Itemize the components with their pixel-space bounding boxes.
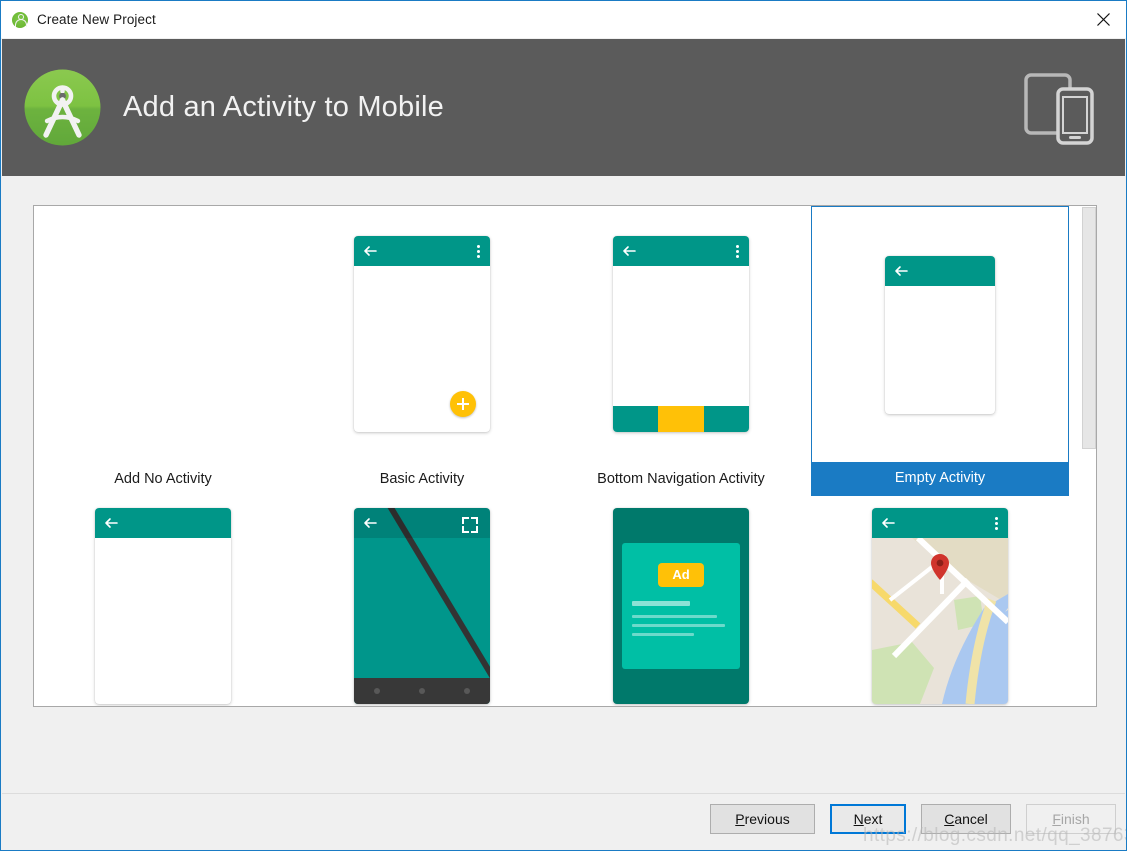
thumb-blank xyxy=(34,478,292,706)
previous-button[interactable]: Previous xyxy=(710,804,815,834)
tile-admob-ads-activity[interactable]: Ad xyxy=(552,478,810,706)
window-titlebar: Create New Project xyxy=(1,1,1126,38)
close-icon[interactable] xyxy=(1080,1,1126,37)
ad-badge: Ad xyxy=(658,562,704,587)
thumb-fullscreen xyxy=(293,478,551,706)
tile-add-no-activity[interactable]: Add No Activity xyxy=(34,206,292,496)
android-studio-icon xyxy=(12,11,28,28)
tile-blank-activity[interactable] xyxy=(34,478,292,706)
tile-basic-activity[interactable]: Basic Activity xyxy=(293,206,551,496)
page-title: Add an Activity to Mobile xyxy=(123,91,444,123)
thumb-bottomnav xyxy=(552,206,810,461)
tile-empty-activity[interactable]: Empty Activity xyxy=(811,206,1069,496)
map-marker-icon xyxy=(931,553,949,580)
back-arrow-icon xyxy=(364,517,377,528)
thumb-toolbar xyxy=(613,235,749,266)
tile-fullscreen-activity[interactable] xyxy=(293,478,551,706)
dialog-header: Add an Activity to Mobile xyxy=(2,39,1125,176)
thumb-toolbar xyxy=(95,507,231,538)
thumb-toolbar xyxy=(885,255,995,286)
thumb-toolbar xyxy=(354,235,490,266)
system-navigation-bar xyxy=(354,677,490,704)
thumb-basic xyxy=(293,206,551,461)
tile-google-maps-activity[interactable] xyxy=(811,478,1069,706)
activity-template-gallery: Add No Activity Basic Activity Bottom Na… xyxy=(33,205,1097,707)
cancel-button[interactable]: Cancel xyxy=(921,804,1011,834)
dialog-footer: Previous Next Cancel Finish xyxy=(2,793,1125,849)
back-arrow-icon xyxy=(882,517,895,528)
next-button[interactable]: Next xyxy=(830,804,906,834)
thumb-admob: Ad xyxy=(552,478,810,706)
floating-action-button-icon xyxy=(450,390,476,417)
vertical-scrollbar-thumb[interactable] xyxy=(1082,207,1096,449)
thumb-none xyxy=(34,206,292,461)
overflow-menu-icon xyxy=(995,516,998,530)
tile-bottom-navigation-activity[interactable]: Bottom Navigation Activity xyxy=(552,206,810,496)
bottom-navigation-bar xyxy=(613,405,749,432)
vertical-scrollbar-track[interactable] xyxy=(1081,206,1096,706)
finish-button: Finish xyxy=(1026,804,1116,834)
tablet-phone-icon xyxy=(1020,67,1100,147)
back-arrow-icon xyxy=(364,245,377,256)
back-arrow-icon xyxy=(105,517,118,528)
android-studio-logo xyxy=(24,69,101,146)
ad-card: Ad xyxy=(622,542,740,669)
fullscreen-expand-icon xyxy=(462,516,478,533)
thumb-empty xyxy=(812,207,1068,462)
thumb-map xyxy=(811,478,1069,706)
overflow-menu-icon xyxy=(477,244,480,258)
back-arrow-icon xyxy=(623,245,636,256)
back-arrow-icon xyxy=(895,265,908,276)
thumb-toolbar xyxy=(872,507,1008,538)
dialog-content: Add No Activity Basic Activity Bottom Na… xyxy=(2,176,1125,796)
create-new-project-dialog: Create New Project Add an Activity to Mo… xyxy=(0,0,1127,851)
overflow-menu-icon xyxy=(736,244,739,258)
window-title: Create New Project xyxy=(37,12,156,27)
